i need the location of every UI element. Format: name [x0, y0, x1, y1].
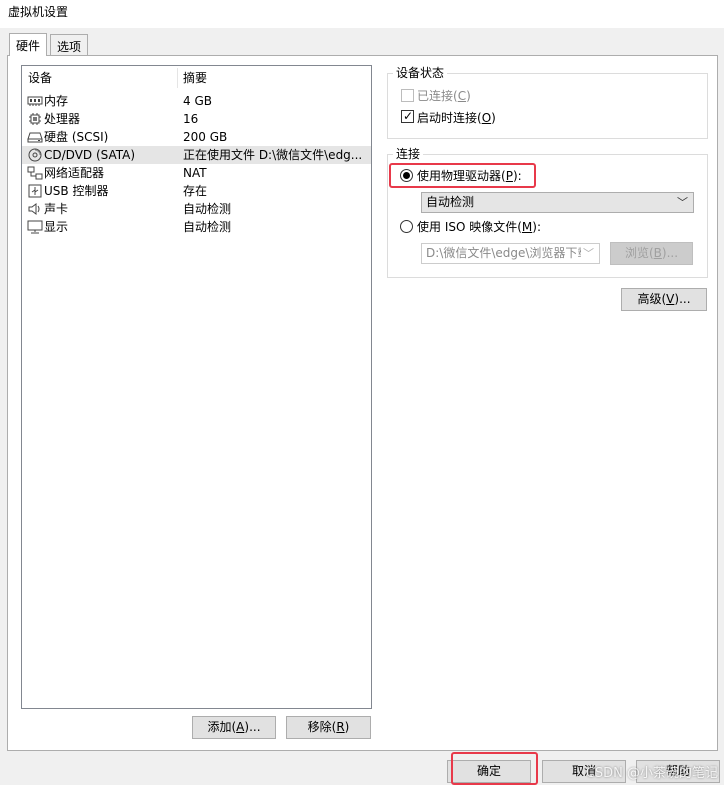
device-row-usb-controller[interactable]: USB 控制器 存在 — [22, 182, 371, 200]
connection-title: 连接 — [393, 147, 424, 161]
device-row-display[interactable]: 显示 自动检测 — [22, 218, 371, 236]
cd-dvd-icon — [28, 148, 42, 162]
connected-checkbox[interactable] — [401, 89, 414, 102]
device-summary: 正在使用文件 D:\微信文件\edg... — [183, 148, 363, 162]
device-name: 声卡 — [44, 202, 69, 216]
column-header-device[interactable]: 设备 — [22, 66, 52, 90]
remove-device-button[interactable]: 移除(R) — [286, 716, 371, 739]
sound-card-icon — [28, 203, 40, 215]
use-iso-label: 使用 ISO 映像文件(M): — [417, 220, 542, 234]
device-name: USB 控制器 — [44, 184, 109, 198]
device-summary: 自动检测 — [183, 220, 232, 234]
connect-at-power-on-checkbox[interactable]: ✓ — [401, 109, 414, 123]
tab-hardware[interactable]: 硬件 — [9, 33, 48, 56]
processor-icon — [29, 113, 41, 125]
device-row-processor[interactable]: 处理器 16 — [22, 110, 371, 128]
device-summary: 自动检测 — [183, 202, 232, 216]
device-name: 网络适配器 — [44, 166, 105, 180]
network-adapter-icon — [27, 166, 43, 180]
device-name: CD/DVD (SATA) — [44, 148, 136, 162]
tab-options-label: 选项 — [57, 40, 82, 54]
watermark: CSDN @小茶碗的笔记 — [585, 766, 718, 781]
device-status-title: 设备状态 — [393, 66, 448, 80]
device-name: 硬盘 (SCSI) — [44, 130, 109, 144]
highlight-ok-button — [451, 752, 538, 785]
device-list[interactable]: 设备 摘要 内存 4 GB 处理器 16 硬盘 (SCSI) 200 GB CD… — [21, 65, 372, 709]
browse-button[interactable]: 浏览(B)... — [610, 242, 693, 265]
device-name: 处理器 — [44, 112, 81, 126]
device-status-group — [387, 73, 708, 139]
connect-at-power-on-label: 启动时连接(O) — [417, 111, 496, 125]
usb-icon — [28, 184, 42, 198]
device-name: 显示 — [44, 220, 69, 234]
chevron-down-icon: ﹀ — [677, 196, 688, 209]
device-row-hard-disk[interactable]: 硬盘 (SCSI) 200 GB — [22, 128, 371, 146]
device-summary: 4 GB — [183, 94, 212, 108]
device-row-sound-card[interactable]: 声卡 自动检测 — [22, 200, 371, 218]
title-bar: 虚拟机设置 — [0, 0, 724, 28]
column-header-summary[interactable]: 摘要 — [177, 66, 207, 90]
device-name: 内存 — [44, 94, 69, 108]
tab-hardware-label: 硬件 — [16, 39, 41, 53]
add-device-button[interactable]: 添加(A)... — [192, 716, 276, 739]
device-row-cd-dvd[interactable]: CD/DVD (SATA) 正在使用文件 D:\微信文件\edg... — [22, 146, 371, 164]
tab-options[interactable]: 选项 — [50, 34, 89, 56]
memory-icon — [27, 96, 43, 106]
use-iso-radio[interactable] — [400, 220, 413, 233]
connected-label: 已连接(C) — [417, 89, 471, 103]
device-row-network-adapter[interactable]: 网络适配器 NAT — [22, 164, 371, 182]
iso-path-combobox[interactable]: D:\微信文件\edge\浏览器下载 ﹀ — [421, 243, 600, 264]
hard-disk-icon — [27, 132, 43, 143]
chevron-down-icon: ﹀ — [581, 244, 594, 263]
physical-drive-select[interactable]: 自动检测 ﹀ — [421, 192, 694, 213]
window-title: 虚拟机设置 — [8, 5, 69, 19]
display-icon — [27, 220, 43, 234]
advanced-button[interactable]: 高级(V)... — [621, 288, 707, 311]
device-summary: NAT — [183, 166, 207, 180]
device-summary: 存在 — [183, 184, 208, 198]
device-row-memory[interactable]: 内存 4 GB — [22, 92, 371, 110]
device-summary: 16 — [183, 112, 199, 126]
highlight-physical-drive — [389, 163, 536, 188]
checkmark-icon: ✓ — [403, 109, 414, 123]
device-summary: 200 GB — [183, 130, 228, 144]
